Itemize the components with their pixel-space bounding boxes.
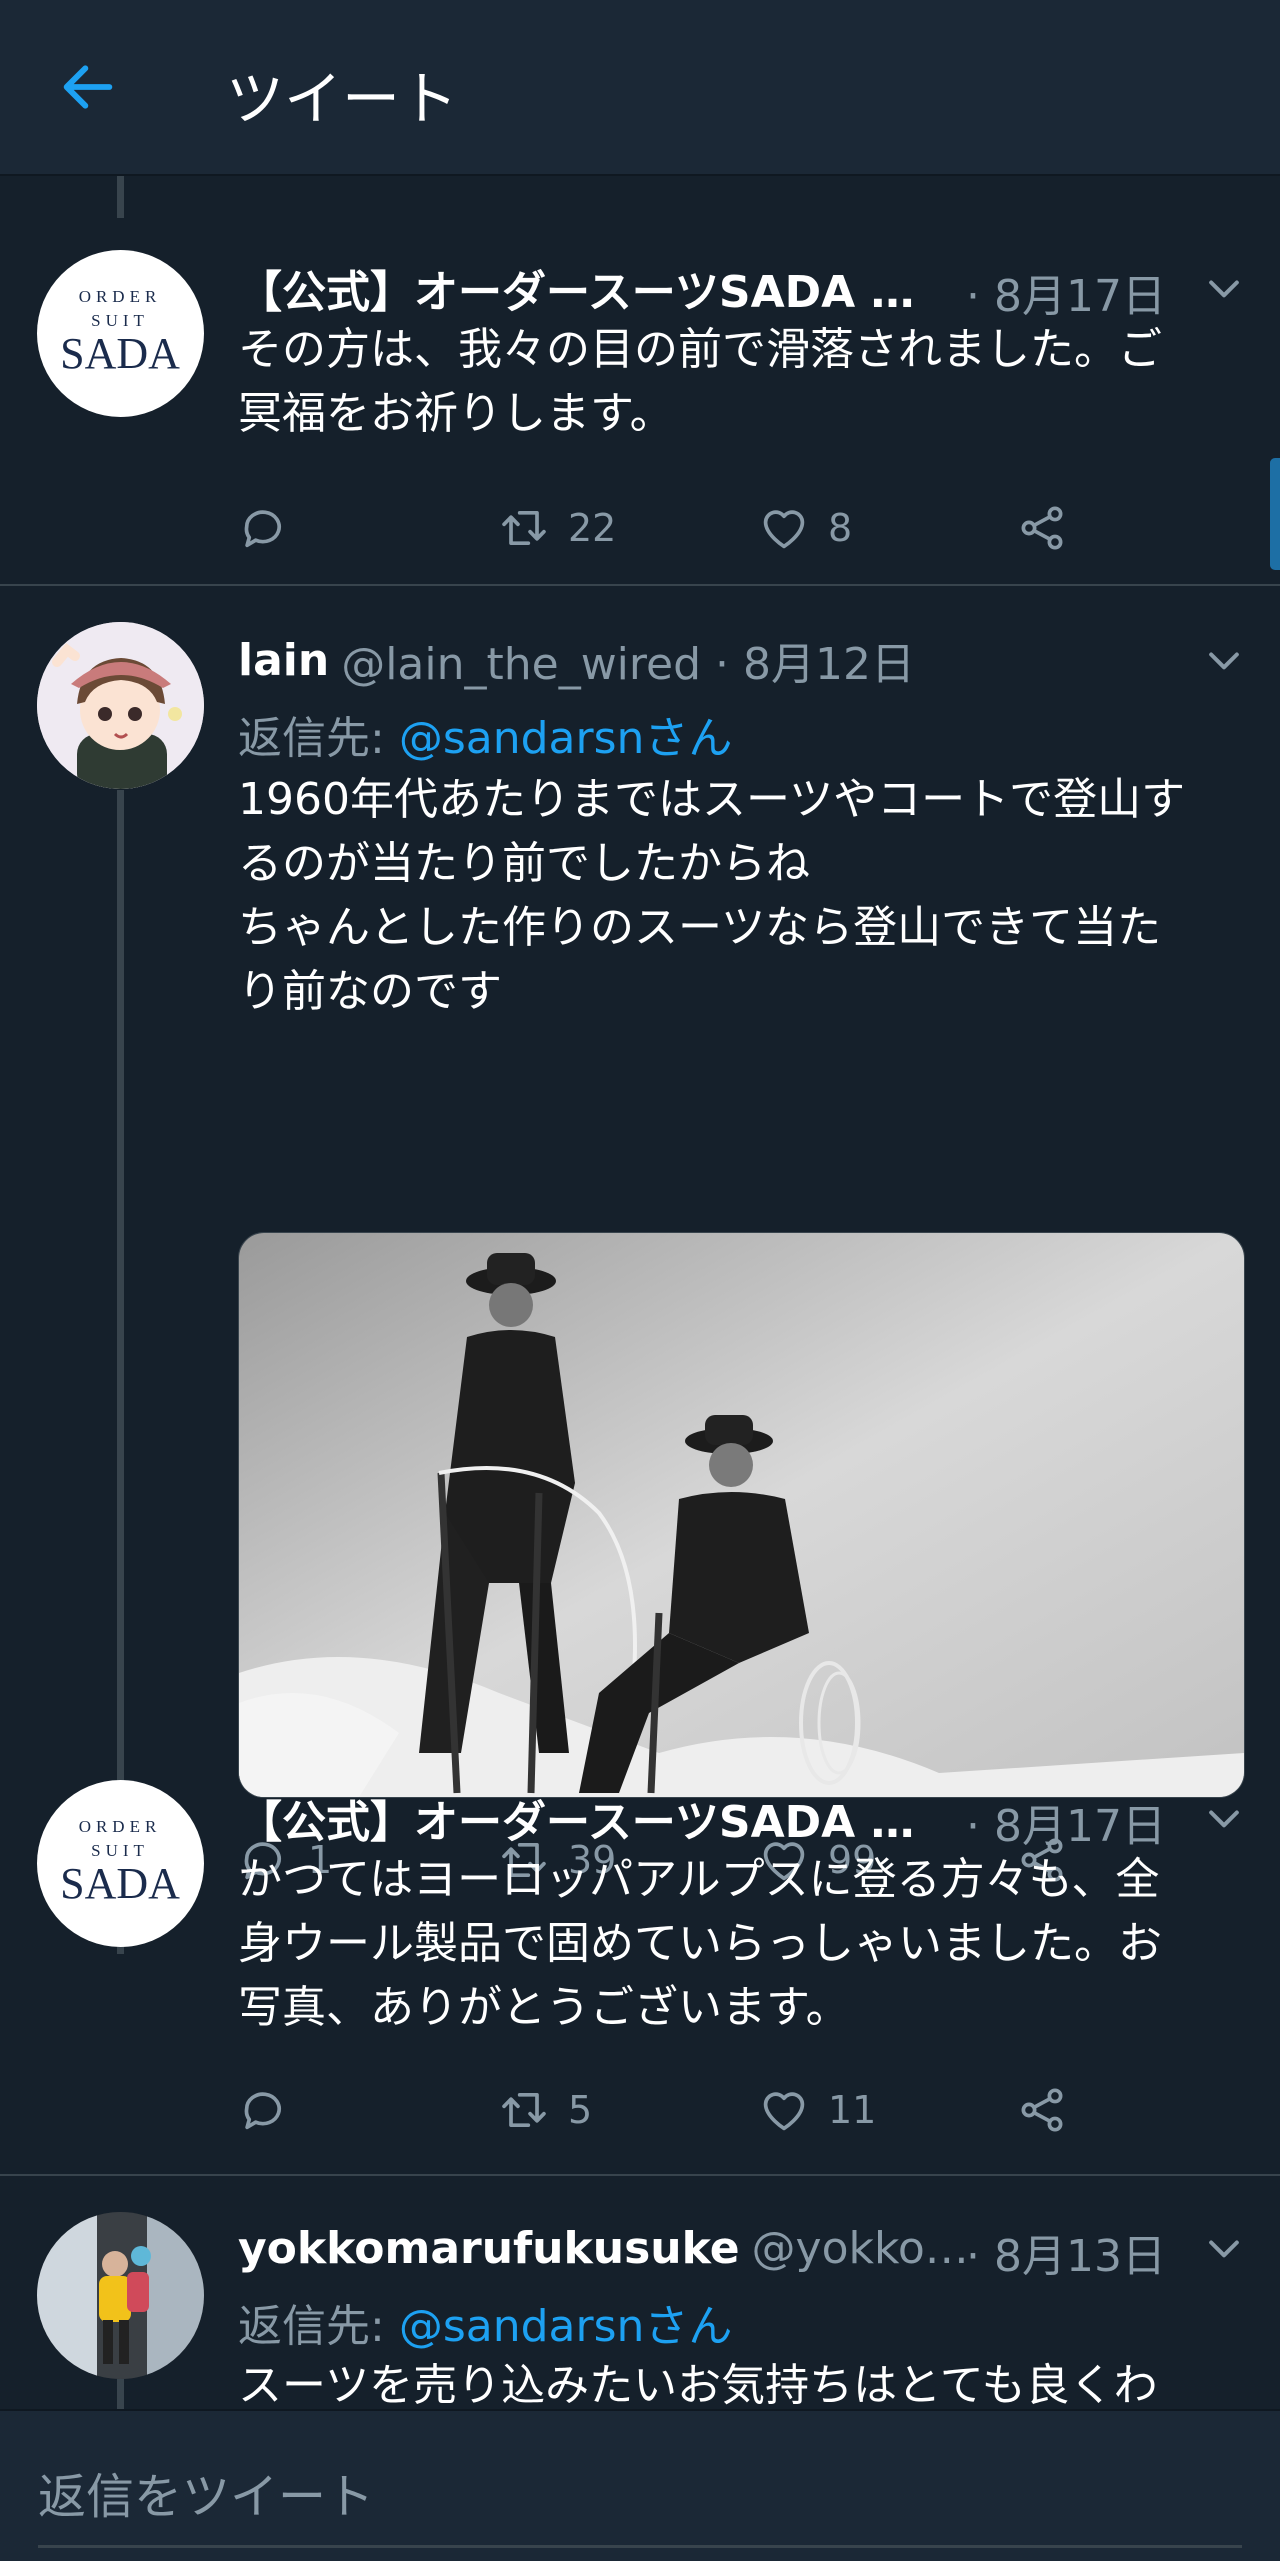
- reply-icon: [244, 510, 281, 548]
- handle-and-date[interactable]: @lain_the_wired · 8月12日: [341, 628, 915, 692]
- mountaineers-photo: [239, 1233, 1244, 1797]
- avatar[interactable]: [37, 622, 204, 789]
- share-icon: [1021, 506, 1063, 550]
- display-name[interactable]: 【公式】オーダースーツSADA …: [238, 256, 915, 320]
- tweet-header: yokkomarufukusuke @yokko…: [238, 2218, 969, 2278]
- avatar[interactable]: ORDER SUIT SADA: [37, 250, 204, 417]
- avatar[interactable]: [37, 2212, 204, 2379]
- tweet-header: 【公式】オーダースーツSADA …: [238, 258, 915, 318]
- svg-text:SADA: SADA: [60, 1859, 180, 1908]
- tweet-text: その方は、我々の目の前で滑落されました。ご 冥福をお祈りします。: [238, 324, 1162, 439]
- scroll-indicator[interactable]: [1270, 458, 1280, 570]
- retweet-icon: [502, 2092, 546, 2128]
- chevron-down-icon[interactable]: [1202, 638, 1246, 682]
- reply-input[interactable]: 返信をツイート: [38, 2457, 374, 2527]
- tweet-header: lain @lain_the_wired · 8月12日: [238, 628, 915, 692]
- reply-icon: [244, 2092, 281, 2130]
- app-header: ツイート: [0, 0, 1280, 176]
- like-button[interactable]: 8: [758, 498, 852, 558]
- avatar[interactable]: ORDER SUIT SADA: [37, 1780, 204, 1947]
- share-button[interactable]: [1016, 2080, 1068, 2140]
- tweet-date[interactable]: · 8月17日: [966, 260, 1166, 324]
- back-arrow-icon[interactable]: [56, 55, 120, 119]
- tweet-actions: 5 11: [238, 2080, 1138, 2140]
- divider: [0, 2174, 1280, 2176]
- share-button[interactable]: [1016, 498, 1068, 558]
- tweet-photo[interactable]: [238, 1232, 1245, 1798]
- svg-text:ORDER: ORDER: [79, 287, 162, 306]
- chevron-down-icon[interactable]: [1202, 266, 1246, 310]
- tweet-text: かつてはヨーロッパアルプスに登る方々も、全 身ウール製品で固めていらっしゃいまし…: [238, 1854, 1162, 2033]
- tweet-header: 【公式】オーダースーツSADA …: [238, 1788, 915, 1848]
- tweet-date[interactable]: · 8月17日: [966, 1790, 1166, 1854]
- mention-link[interactable]: @sandarsnさん: [399, 713, 733, 764]
- retweet-button[interactable]: 22: [498, 498, 616, 558]
- page-title: ツイート: [226, 65, 459, 133]
- svg-text:ORDER: ORDER: [79, 1817, 162, 1836]
- like-button[interactable]: 11: [758, 2080, 876, 2140]
- display-name[interactable]: yokkomarufukusuke: [238, 2223, 740, 2274]
- like-icon: [763, 510, 805, 549]
- share-icon: [1021, 2088, 1063, 2132]
- svg-text:SUIT: SUIT: [91, 1841, 149, 1860]
- sada-logo: ORDER SUIT SADA: [60, 1817, 180, 1908]
- anime-avatar-illustration: [37, 622, 204, 789]
- sada-logo: ORDER SUIT SADA: [60, 287, 180, 378]
- input-underline: [38, 2545, 1242, 2548]
- like-icon: [763, 2092, 805, 2131]
- display-name[interactable]: lain: [238, 635, 329, 686]
- reply-composer[interactable]: 返信をツイート: [0, 2409, 1280, 2561]
- reply-to: 返信先: @sandarsnさん: [238, 713, 733, 764]
- chevron-down-icon[interactable]: [1202, 1796, 1246, 1840]
- climber-avatar-photo: [37, 2212, 204, 2379]
- svg-text:SADA: SADA: [60, 329, 180, 378]
- reply-button[interactable]: [238, 498, 308, 558]
- tweet-text: 1960年代あたりまではスーツやコートで登山す るのが当たり前でしたからね ちゃ…: [238, 774, 1186, 1017]
- divider: [0, 584, 1280, 586]
- handle[interactable]: @yokko…: [752, 2223, 969, 2274]
- tweet-actions: 22 8: [238, 498, 1138, 558]
- svg-text:SUIT: SUIT: [91, 311, 149, 330]
- reply-button[interactable]: [238, 2080, 308, 2140]
- chevron-down-icon[interactable]: [1202, 2226, 1246, 2270]
- mention-link[interactable]: @sandarsnさん: [399, 2301, 733, 2352]
- retweet-button[interactable]: 5: [498, 2080, 592, 2140]
- display-name[interactable]: 【公式】オーダースーツSADA …: [238, 1786, 915, 1850]
- thread-line: [117, 176, 124, 218]
- tweet-date[interactable]: · 8月13日: [966, 2220, 1166, 2284]
- reply-to: 返信先: @sandarsnさん: [238, 2301, 733, 2352]
- retweet-icon: [502, 510, 546, 546]
